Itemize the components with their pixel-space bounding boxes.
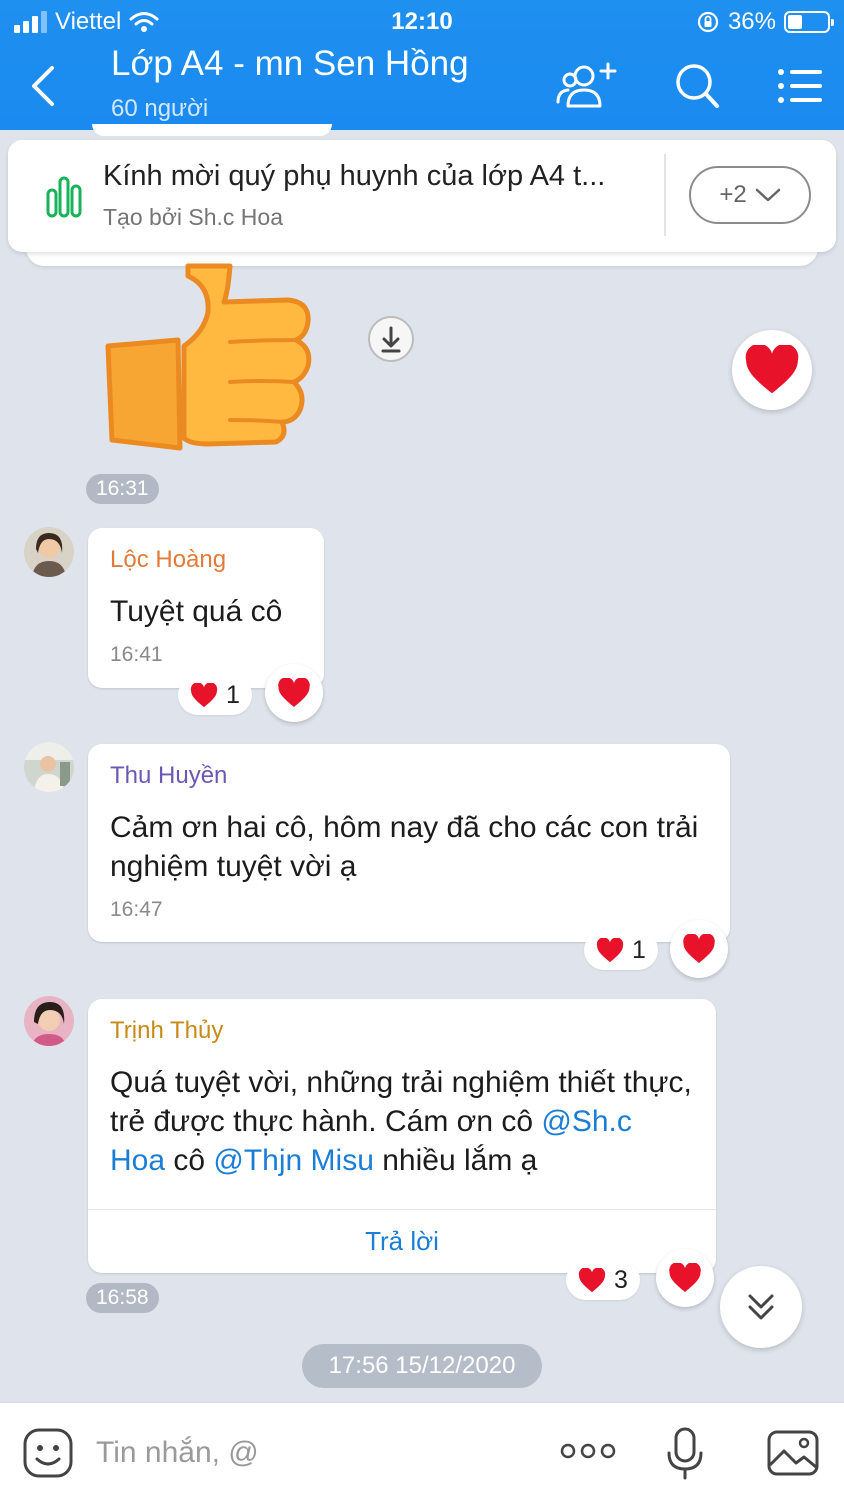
message-bubble[interactable]: Thu Huyền Cảm ơn hai cô, hôm nay đã cho … [88,744,730,942]
heart-icon [669,1263,701,1292]
react-button[interactable] [265,664,323,722]
reaction-number: 1 [632,935,646,964]
message-time: 16:41 [110,643,163,666]
heart-icon [745,345,799,394]
reaction-count[interactable]: 3 [566,1260,640,1300]
reaction-count[interactable]: 1 [584,930,658,970]
poll-chart-icon [46,176,82,218]
search-icon [676,64,719,108]
reaction-number: 3 [614,1265,628,1294]
time-divider: 16:31 [86,474,159,504]
pinned-poll-banner[interactable]: Kính mời quý phụ huynh của lớp A4 t... T… [8,140,836,252]
search-button[interactable] [672,60,732,112]
avatar[interactable] [24,527,74,577]
react-button[interactable] [732,330,812,410]
message-text: Cảm ơn hai cô, hôm nay đã cho các con tr… [110,811,699,883]
pinned-more-button[interactable]: +2 [689,166,811,224]
message-text: Tuyệt quá cô [110,595,283,628]
pinned-divider [664,154,666,236]
emoji-icon [23,1428,73,1478]
more-dots-icon [560,1443,616,1459]
battery-percent: 36% [727,8,776,35]
message-bubble[interactable]: Trịnh Thủy Quá tuyệt vời, những trải ngh… [88,999,716,1273]
message-text-part: nhiều lắm ạ [373,1144,538,1177]
heart-icon [683,934,715,963]
voice-button[interactable] [666,1427,704,1486]
download-button[interactable] [368,316,414,362]
thumbs-up-icon [105,263,312,451]
image-icon [767,1430,819,1476]
group-title[interactable]: Lớp A4 - mn Sen Hồng [111,44,469,84]
sender-name[interactable]: Trịnh Thủy [110,1017,694,1045]
microphone-icon [667,1427,703,1480]
avatar-photo [24,742,74,792]
chevron-down-icon [755,188,780,202]
heart-icon [278,678,310,707]
chat-header: Viettel 12:10 36% Lớp A4 - mn Sen Hồng 6… [0,0,844,130]
add-user-icon [556,62,617,108]
pinned-more-count: +2 [719,181,747,208]
pinned-title: Kính mời quý phụ huynh của lớp A4 t... [103,160,606,192]
react-button[interactable] [670,920,728,978]
avatar-photo [24,527,74,577]
status-bar: Viettel 12:10 36% [0,0,844,44]
avatar[interactable] [24,996,74,1046]
menu-button[interactable] [776,60,836,112]
heart-icon [190,682,218,707]
rotation-lock-icon [697,11,719,33]
battery-icon [784,11,834,33]
member-count[interactable]: 60 người [111,95,208,123]
heart-icon [578,1267,606,1292]
reaction-number: 1 [226,680,240,709]
react-button[interactable] [656,1249,714,1307]
list-menu-icon [778,69,822,103]
message-composer [0,1402,844,1500]
avatar-photo [24,996,74,1046]
more-options-button[interactable] [560,1439,616,1468]
previous-bubble-edge [92,124,332,136]
message-time: 16:58 [86,1283,159,1313]
photo-button[interactable] [766,1429,820,1482]
message-time: 16:47 [110,898,163,921]
add-member-button[interactable] [556,60,617,112]
message-text-part: cô [165,1144,214,1177]
sticker-button[interactable] [22,1427,74,1484]
back-button[interactable] [20,60,70,110]
sender-name[interactable]: Lộc Hoàng [110,546,302,574]
sender-name[interactable]: Thu Huyền [110,762,708,790]
message-text: Quá tuyệt vời, những trải nghiệm thiết t… [110,1063,694,1180]
reaction-count[interactable]: 1 [178,675,252,715]
scroll-to-bottom-button[interactable] [720,1266,802,1348]
double-chevron-down-icon [748,1294,774,1320]
message-input[interactable] [96,1429,516,1477]
date-separator: 17:56 15/12/2020 [302,1344,542,1388]
avatar[interactable] [24,742,74,792]
mention-link[interactable]: @Thjn Misu [213,1144,374,1177]
download-icon [381,326,401,353]
pinned-creator: Tạo bởi Sh.c Hoa [103,204,284,230]
thumbs-up-sticker[interactable] [100,262,320,452]
heart-icon [596,937,624,962]
chevron-left-icon [32,66,54,106]
